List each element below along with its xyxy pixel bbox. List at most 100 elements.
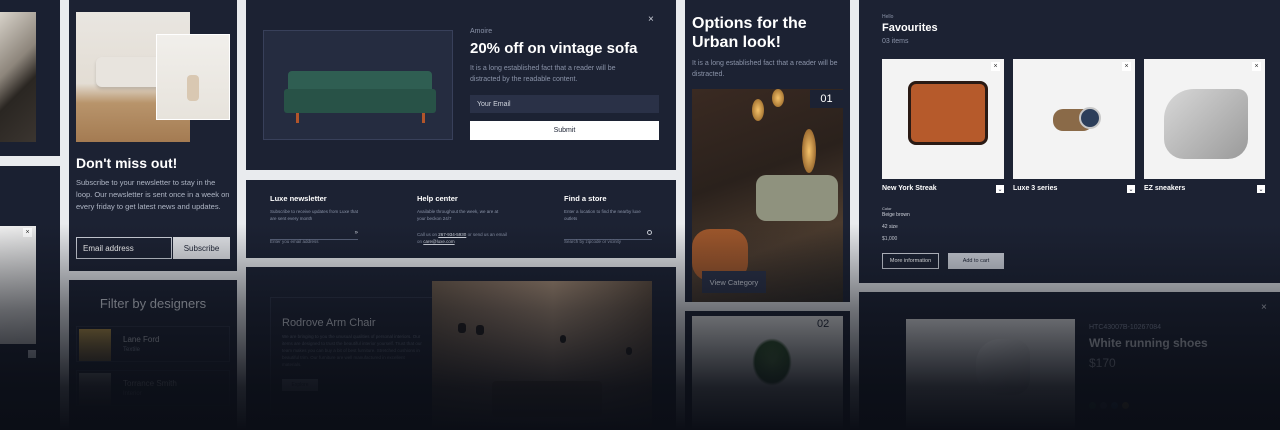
newsletter-input-placeholder: Enter you email address	[270, 239, 319, 244]
designer-name: Torrance Smith	[123, 379, 177, 388]
detail-color: Beige brown	[882, 212, 910, 218]
help-contact-prefix: Call us on	[417, 232, 438, 237]
pendant-lamp	[476, 325, 484, 335]
help-heading: Help center	[417, 194, 458, 203]
dining-room-photo	[432, 281, 652, 430]
shoe-card: × HTC43007B-10267084 White running shoes…	[859, 292, 1280, 430]
detail-label: Color	[882, 206, 892, 211]
more-information-button[interactable]: More information	[882, 253, 939, 269]
newsletter-body: Subscribe to your newsletter to stay in …	[76, 178, 230, 211]
detail-price: $1,000	[882, 236, 898, 242]
store-search-placeholder: Search by zipcode or vicinity	[564, 239, 622, 244]
bulb	[802, 129, 816, 173]
favourites-count: 03 items	[882, 38, 909, 45]
detail-size: 42 size	[882, 224, 898, 230]
color-swatch[interactable]	[1100, 402, 1107, 409]
product-image	[882, 59, 1004, 179]
dining-table-shape	[492, 381, 602, 417]
bulb	[752, 99, 764, 121]
watch-face-shape	[1079, 107, 1101, 129]
product-image	[1013, 59, 1135, 179]
checkbox[interactable]	[28, 350, 36, 358]
email-field[interactable]: Email address	[76, 237, 172, 259]
email-field[interactable]: Your Email	[470, 95, 659, 113]
subscribe-button[interactable]: Subscribe	[173, 237, 230, 259]
product-name: EZ sneakers	[1144, 185, 1186, 192]
sofa-leg	[422, 113, 425, 123]
bag-shape	[908, 81, 988, 145]
footer-bar: Luxe newsletter Subscribe to receive upd…	[246, 180, 676, 258]
item-number: 01	[810, 90, 843, 108]
phone-link[interactable]: 267-934-5930	[438, 232, 466, 237]
shoe-photo	[906, 319, 1075, 430]
remove-icon[interactable]: ×	[1252, 62, 1261, 71]
armchair-photo	[0, 12, 36, 142]
help-text: Available throughout the week, we are at…	[417, 209, 499, 221]
bulb	[772, 89, 784, 107]
plant-leaves	[752, 338, 792, 386]
arm-chair-card: Rodrove Arm Chair We are bringing to you…	[246, 267, 676, 430]
sofa-back	[288, 71, 432, 91]
explore-button[interactable]: Explore	[282, 379, 318, 391]
store-text: Enter a location to find the nearby luxe…	[564, 209, 641, 221]
color-swatch[interactable]	[1089, 402, 1096, 409]
newsletter-heading: Luxe newsletter	[270, 194, 327, 203]
chevron-down-icon[interactable]: ⌄	[1257, 185, 1265, 193]
left-sliver-bottom: ×	[0, 166, 60, 430]
chevron-down-icon[interactable]: ⌄	[1127, 185, 1135, 193]
shoe-price: $170	[1089, 356, 1116, 370]
product-name: Luxe 3 series	[1013, 185, 1058, 192]
sofa-seat	[284, 89, 436, 113]
item-number: 02	[817, 318, 830, 330]
color-swatch[interactable]	[1122, 402, 1129, 409]
pendant-lamp	[626, 347, 632, 355]
close-icon[interactable]: ×	[1261, 302, 1267, 313]
designer-role: Textile	[123, 347, 141, 353]
flower-vase-shape	[187, 75, 199, 101]
remove-icon[interactable]: ×	[991, 62, 1000, 71]
newsletter-input[interactable]: Enter you email address »	[270, 230, 358, 244]
product-image	[1144, 59, 1265, 179]
filter-title: Filter by designers	[99, 296, 207, 311]
pendant-lamp	[458, 323, 466, 333]
shoe-sku: HTC43007B-10267084	[1089, 324, 1161, 331]
urban-title: Options for the Urban look!	[692, 15, 807, 51]
filter-card: Filter by designers Lane Ford Textile To…	[69, 280, 237, 430]
favourites-card: Hello Favourites 03 items × New York Str…	[859, 0, 1280, 283]
shoe-title: White running shoes	[1089, 336, 1208, 350]
designer-row[interactable]: Torrance Smith Interior	[76, 370, 230, 406]
left-sliver-top	[0, 0, 60, 156]
newsletter-card: Don't miss out! Subscribe to your newsle…	[69, 0, 237, 271]
designer-role: Interior	[123, 391, 142, 397]
submit-button[interactable]: Submit	[470, 121, 659, 140]
view-category-button[interactable]: View Category	[702, 271, 766, 293]
popup-title: 20% off on vintage sofa	[470, 40, 638, 57]
designer-name: Lane Ford	[123, 335, 160, 344]
sneaker-shape	[1164, 89, 1248, 159]
remove-icon[interactable]: ×	[1122, 62, 1131, 71]
arrow-right-icon[interactable]: »	[355, 230, 358, 236]
urban-card-2: 02	[685, 311, 850, 430]
help-contact: Call us on 267-934-5930 or send us an em…	[417, 231, 507, 245]
arm-chair-title: Rodrove Arm Chair	[282, 317, 376, 329]
plant-photo	[692, 316, 843, 430]
chair-shape	[756, 175, 838, 221]
urban-card: Options for the Urban look! It is a long…	[685, 0, 850, 302]
add-to-cart-button[interactable]: Add to cart	[948, 253, 1004, 269]
brand-label: Amoire	[470, 28, 493, 35]
close-icon[interactable]: ×	[23, 228, 32, 237]
email-link[interactable]: care@luxe.com	[423, 239, 454, 244]
arm-chair-body: We are bringing to you the unusual quali…	[282, 334, 422, 367]
store-search-input[interactable]: Search by zipcode or vicinity	[564, 230, 652, 244]
sofa-photo	[263, 30, 453, 140]
vase-photo	[156, 34, 230, 120]
sofa-leg	[296, 113, 299, 123]
urban-body: It is a long established fact that a rea…	[692, 60, 838, 78]
color-swatch[interactable]	[1111, 402, 1118, 409]
search-icon[interactable]	[647, 230, 652, 235]
avatar	[79, 329, 111, 361]
favourites-eyebrow: Hello	[882, 14, 894, 20]
close-icon[interactable]: ×	[648, 14, 654, 25]
chevron-down-icon[interactable]: ⌄	[996, 185, 1004, 193]
designer-row[interactable]: Lane Ford Textile	[76, 326, 230, 362]
